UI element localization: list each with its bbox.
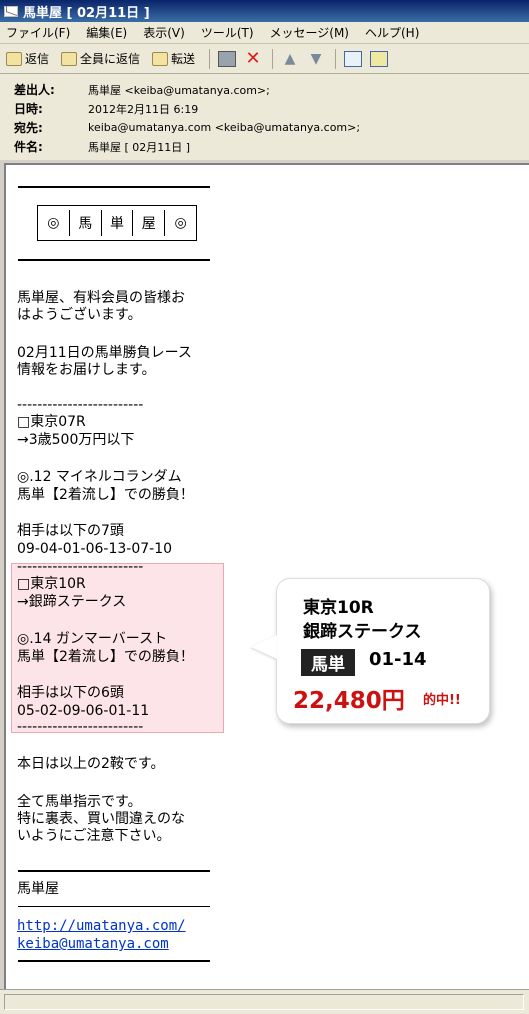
subject-label: 件名: <box>14 140 43 154</box>
reply-all-icon <box>61 51 78 66</box>
logo: ◎ 馬 単 屋 ◎ <box>37 205 197 241</box>
toolbar: 返信 全員に返信 転送 ✕ ▲ ▼ <box>0 44 529 74</box>
toolbar-separator <box>272 48 274 69</box>
greeting-line: はようございます。 <box>17 307 142 323</box>
closing-line: 特に裏表、買い間違えのな <box>17 811 185 827</box>
menu-view[interactable]: 表示(V) <box>143 24 185 41</box>
race2-partners: 05-02-09-06-01-11 <box>17 703 150 719</box>
greeting-line: 馬単屋、有料会員の皆様お <box>17 290 185 306</box>
race1-name: □東京07R <box>17 414 86 430</box>
menu-file[interactable]: ファイル(F) <box>6 24 70 41</box>
toolbar-separator <box>335 48 337 69</box>
to-value: keiba@umatanya.com <keiba@umatanya.com>; <box>88 121 361 134</box>
race2-partners-label: 相手は以下の6頭 <box>17 685 124 701</box>
callout-race: 東京10R <box>303 598 374 618</box>
status-bar <box>0 989 529 1014</box>
delete-icon[interactable]: ✕ <box>244 48 262 69</box>
logo-rule <box>18 259 210 261</box>
dash-divider: ------------------------- <box>17 559 144 575</box>
message-body[interactable]: ◎ 馬 単 屋 ◎ 馬単屋、有料会員の皆様お はようございます。 02月11日の… <box>4 163 529 989</box>
race1-pick: ◎.12 マイネルコランダム <box>17 469 182 485</box>
logo-cell: ◎ <box>38 210 70 236</box>
callout-race-name: 銀蹄ステークス <box>303 622 422 642</box>
mail-app-icon <box>4 5 18 17</box>
print-icon[interactable] <box>218 50 237 67</box>
dash-divider: ------------------------- <box>17 719 144 735</box>
callout-tail <box>251 635 277 659</box>
email-link[interactable]: keiba@umatanya.com <box>17 936 169 952</box>
reply-label: 返信 <box>25 52 50 66</box>
signature: 馬単屋 <box>17 881 59 897</box>
date-label: 日時: <box>14 102 43 116</box>
closing-line: 本日は以上の2鞍です。 <box>17 756 165 772</box>
race2-bet: 馬単【2着流し】での勝負！ <box>17 649 194 665</box>
signature-rule <box>18 906 210 907</box>
message-headers: 差出人: 馬単屋 <keiba@umatanya.com>; 日時: 2012年… <box>0 74 529 160</box>
window-title: 馬単屋 [ 02月11日 ] <box>23 5 150 21</box>
reply-icon <box>6 51 22 66</box>
menu-tools[interactable]: ツール(T) <box>201 24 254 41</box>
bet-type-badge: 馬単 <box>301 649 355 676</box>
signature-rule <box>18 870 210 872</box>
race2-pick: ◎.14 ガンマーバースト <box>17 631 168 647</box>
intro-line: 02月11日の馬単勝負レース <box>17 345 192 361</box>
forward-button[interactable]: 転送 <box>152 50 195 67</box>
race1-bet: 馬単【2着流し】での勝負！ <box>17 487 194 503</box>
menu-bar: ファイル(F) 編集(E) 表示(V) ツール(T) メッセージ(M) ヘルプ(… <box>0 22 529 44</box>
title-bar: 馬単屋 [ 02月11日 ] <box>0 0 529 22</box>
race2-name: □東京10R <box>17 576 86 592</box>
logo-cell: 屋 <box>133 210 166 236</box>
race1-partners: 09-04-01-06-13-07-10 <box>17 541 173 557</box>
forward-icon <box>152 51 169 66</box>
bottom-rule <box>18 960 210 962</box>
address-book-icon[interactable] <box>344 50 363 67</box>
closing-line: いようにご注意下さい。 <box>17 828 171 844</box>
intro-line: 情報をお届けします。 <box>17 362 156 378</box>
forward-label: 転送 <box>171 52 196 66</box>
reply-all-button[interactable]: 全員に返信 <box>61 50 140 67</box>
top-rule <box>18 186 210 188</box>
menu-message[interactable]: メッセージ(M) <box>270 24 349 41</box>
dash-divider: ------------------------- <box>17 397 144 413</box>
subject-value: 馬単屋 [ 02月11日 ] <box>88 140 191 154</box>
next-arrow-icon[interactable]: ▼ <box>307 51 325 67</box>
logo-cell: 馬 <box>70 210 102 236</box>
previous-arrow-icon[interactable]: ▲ <box>281 51 299 67</box>
from-label: 差出人: <box>14 83 55 97</box>
logo-cell: ◎ <box>174 215 187 231</box>
reply-button[interactable]: 返信 <box>6 50 49 67</box>
toolbar-separator <box>209 48 211 69</box>
date-value: 2012年2月11日 6:19 <box>88 102 199 116</box>
race1-partners-label: 相手は以下の7頭 <box>17 523 124 539</box>
website-link[interactable]: http://umatanya.com/ <box>17 918 186 934</box>
winning-numbers: 01-14 <box>369 649 427 670</box>
find-icon[interactable] <box>370 50 389 67</box>
status-pane <box>4 994 524 1010</box>
closing-line: 全て馬単指示です。 <box>17 794 142 810</box>
hit-label: 的中!! <box>423 693 461 708</box>
race2-condition: →銀蹄ステークス <box>17 594 127 610</box>
payout-amount: 22,480円 <box>293 688 405 714</box>
reply-all-label: 全員に返信 <box>80 52 141 66</box>
result-callout: 東京10R 銀蹄ステークス 馬単 01-14 22,480円 的中!! <box>251 578 490 724</box>
race1-condition: →3歳500万円以下 <box>17 432 135 448</box>
menu-help[interactable]: ヘルプ(H) <box>365 24 419 41</box>
to-label: 宛先: <box>14 121 43 135</box>
menu-edit[interactable]: 編集(E) <box>86 24 127 41</box>
from-value: 馬単屋 <keiba@umatanya.com>; <box>88 83 270 97</box>
logo-cell: 単 <box>102 210 134 236</box>
